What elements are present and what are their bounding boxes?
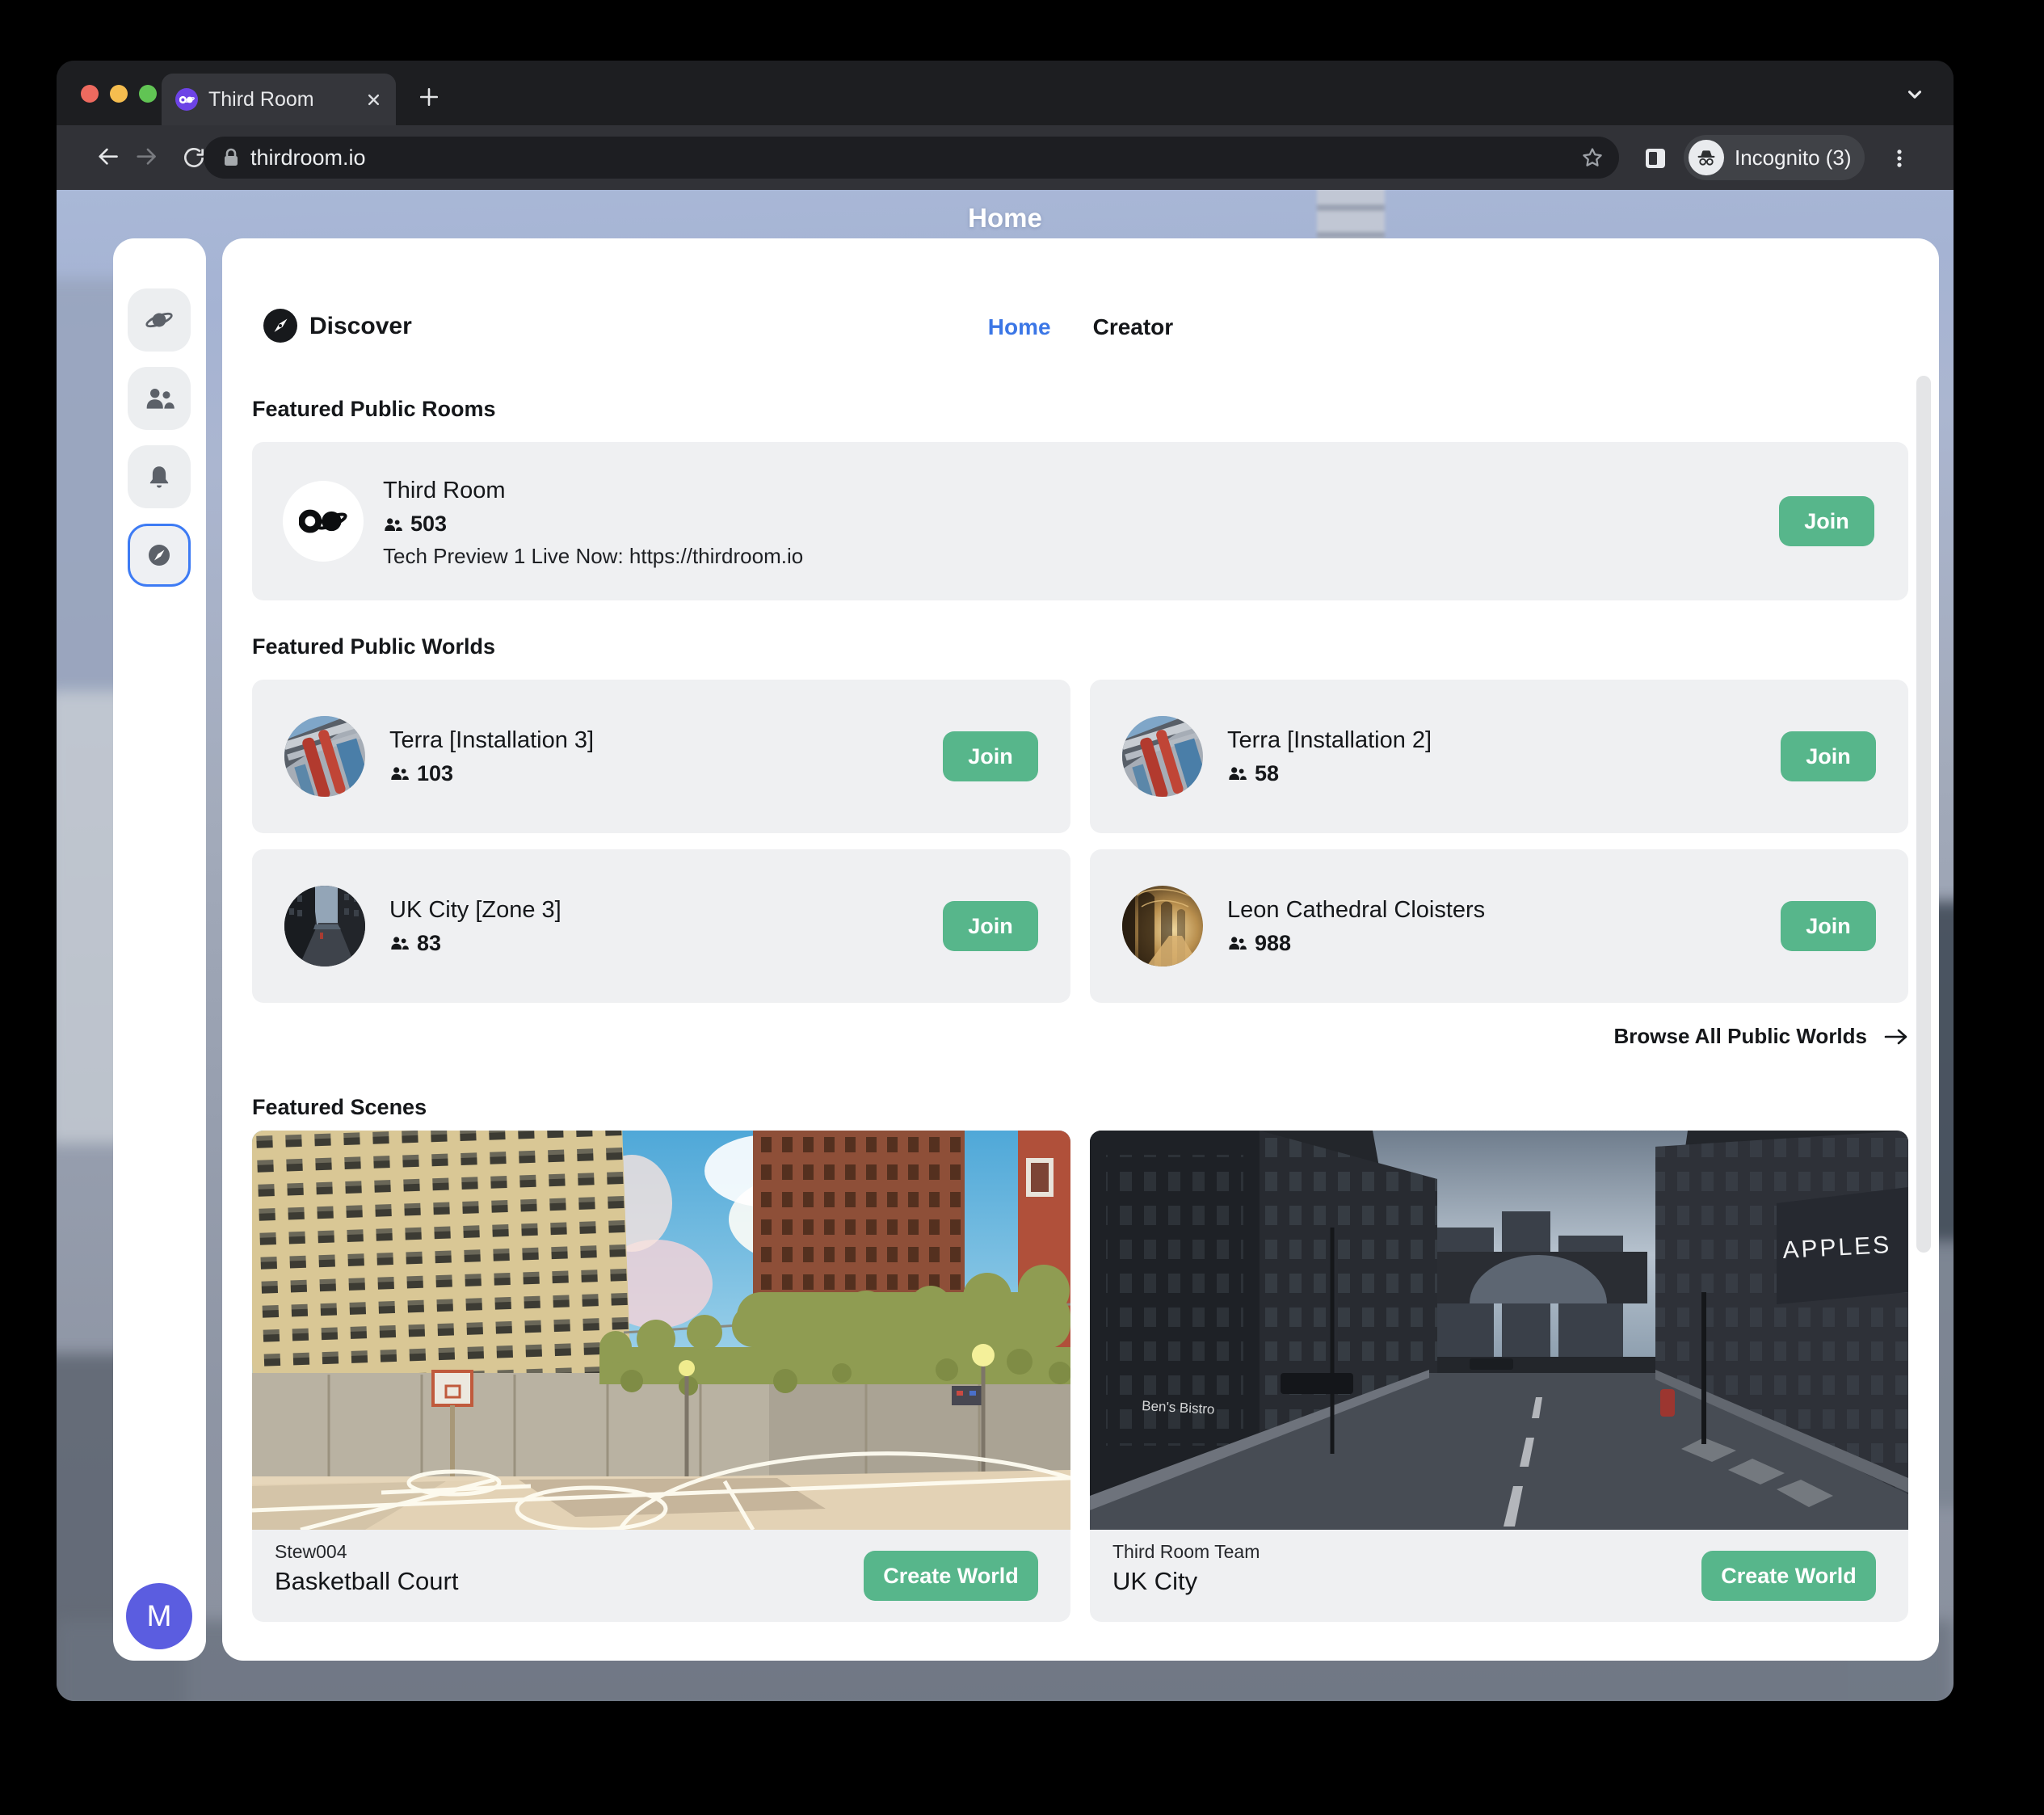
members-icon — [1227, 934, 1247, 952]
browser-menu-icon[interactable] — [1884, 143, 1915, 174]
bell-icon — [145, 463, 173, 491]
browser-tab-strip: Third Room — [57, 61, 1954, 125]
panel-scrollbar[interactable] — [1916, 376, 1931, 1253]
scene-footer: Stew004 Basketball Court Create World — [252, 1530, 1070, 1622]
tab-title: Third Room — [208, 88, 361, 112]
address-bar[interactable]: thirdroom.io — [204, 137, 1619, 179]
members-icon — [389, 764, 409, 782]
browser-toolbar: thirdroom.io Incognito (3) — [57, 125, 1954, 190]
third-room-logo-avatar — [283, 481, 364, 562]
join-room-button[interactable]: Join — [1779, 496, 1874, 546]
sidebar-item-worlds[interactable] — [128, 288, 191, 352]
world-member-count: 103 — [417, 761, 453, 786]
world-member-count: 83 — [417, 931, 441, 956]
browser-tab[interactable]: Third Room — [162, 74, 396, 125]
room-name: Third Room — [383, 478, 803, 504]
scene-author: Third Room Team — [1112, 1541, 1260, 1563]
scene-title: UK City — [1112, 1567, 1197, 1596]
lock-icon — [223, 148, 239, 167]
create-world-button[interactable]: Create World — [864, 1551, 1038, 1601]
join-world-button[interactable]: Join — [1781, 731, 1876, 781]
discover-panel: Discover Home Creator Featured Public Ro… — [222, 238, 1939, 1661]
bookmark-star-icon[interactable] — [1580, 145, 1604, 170]
create-world-button[interactable]: Create World — [1701, 1551, 1876, 1601]
incognito-icon — [1689, 140, 1724, 175]
scene-card-basketball-court: Stew004 Basketball Court Create World — [252, 1131, 1070, 1622]
side-panel-icon[interactable] — [1642, 145, 1669, 172]
worlds-section-header: Featured Public Worlds — [252, 634, 495, 659]
room-member-count: 503 — [410, 512, 447, 537]
sidebar-item-friends[interactable] — [128, 367, 191, 430]
world-name: UK City [Zone 3] — [389, 897, 561, 924]
browser-window: Third Room — [57, 61, 1954, 1701]
macos-zoom-button[interactable] — [139, 85, 157, 103]
members-icon — [389, 934, 409, 952]
new-tab-button[interactable] — [410, 78, 448, 116]
page-title: Home — [57, 203, 1954, 234]
join-world-button[interactable]: Join — [943, 901, 1038, 951]
macos-minimize-button[interactable] — [110, 85, 128, 103]
rooms-section-header: Featured Public Rooms — [252, 397, 496, 422]
tab-search-chevron-icon[interactable] — [1899, 78, 1931, 111]
join-world-button[interactable]: Join — [943, 731, 1038, 781]
room-description: Tech Preview 1 Live Now: https://thirdro… — [383, 544, 803, 569]
app-sidebar: M — [113, 238, 206, 1661]
members-icon — [1227, 764, 1247, 782]
world-avatar-uk-city — [284, 886, 365, 966]
scene-title: Basketball Court — [275, 1567, 458, 1596]
page-background: Home — [57, 190, 1954, 1701]
url-text: thirdroom.io — [250, 145, 1580, 171]
people-icon — [144, 385, 175, 412]
world-card-terra-3: Terra [Installation 3] 103 Join — [252, 680, 1070, 833]
world-name: Leon Cathedral Cloisters — [1227, 897, 1485, 924]
browse-link-label: Browse All Public Worlds — [1614, 1024, 1868, 1049]
world-name: Terra [Installation 2] — [1227, 727, 1432, 754]
world-avatar-cathedral — [1122, 886, 1203, 966]
members-icon — [383, 516, 402, 533]
featured-room-card: Third Room 503 Tech Preview 1 Live Now: … — [252, 442, 1908, 600]
world-member-count: 58 — [1255, 761, 1279, 786]
macos-close-button[interactable] — [81, 85, 99, 103]
back-button[interactable] — [89, 140, 124, 175]
discover-tabs: Home Creator — [222, 314, 1939, 340]
uk-city-scene-image: Ben's Bistro APPLES — [1090, 1131, 1908, 1530]
world-avatar-terra — [284, 716, 365, 797]
world-member-count: 988 — [1255, 931, 1291, 956]
user-avatar-initial: M — [147, 1599, 172, 1633]
sidebar-item-discover[interactable] — [128, 524, 191, 587]
user-avatar[interactable]: M — [126, 1583, 192, 1649]
world-avatar-terra — [1122, 716, 1203, 797]
arrow-right-icon — [1883, 1027, 1909, 1046]
browse-all-public-worlds-link[interactable]: Browse All Public Worlds — [1614, 1024, 1910, 1049]
incognito-badge[interactable]: Incognito (3) — [1684, 135, 1865, 180]
world-card-leon-cathedral: Leon Cathedral Cloisters 988 Join — [1090, 849, 1908, 1003]
planet-icon — [144, 305, 175, 335]
scenes-section-header: Featured Scenes — [252, 1095, 427, 1120]
scene-author: Stew004 — [275, 1541, 347, 1563]
third-room-favicon — [175, 88, 198, 111]
tab-close-icon[interactable] — [361, 87, 385, 112]
basketball-court-scene-image — [252, 1131, 1070, 1530]
apples-sign-text: APPLES — [1782, 1232, 1892, 1264]
world-card-terra-2: Terra [Installation 2] 58 Join — [1090, 680, 1908, 833]
scene-footer: Third Room Team UK City Create World — [1090, 1530, 1908, 1622]
forward-button[interactable] — [132, 140, 168, 175]
tab-home[interactable]: Home — [988, 314, 1051, 340]
tab-creator[interactable]: Creator — [1093, 314, 1174, 340]
compass-icon — [145, 541, 174, 570]
world-name: Terra [Installation 3] — [389, 727, 594, 754]
join-world-button[interactable]: Join — [1781, 901, 1876, 951]
incognito-label: Incognito (3) — [1735, 145, 1852, 171]
sidebar-item-notifications[interactable] — [128, 445, 191, 508]
scene-card-uk-city: Ben's Bistro APPLES Third Room Team UK C… — [1090, 1131, 1908, 1622]
world-card-uk-city: UK City [Zone 3] 83 Join — [252, 849, 1070, 1003]
